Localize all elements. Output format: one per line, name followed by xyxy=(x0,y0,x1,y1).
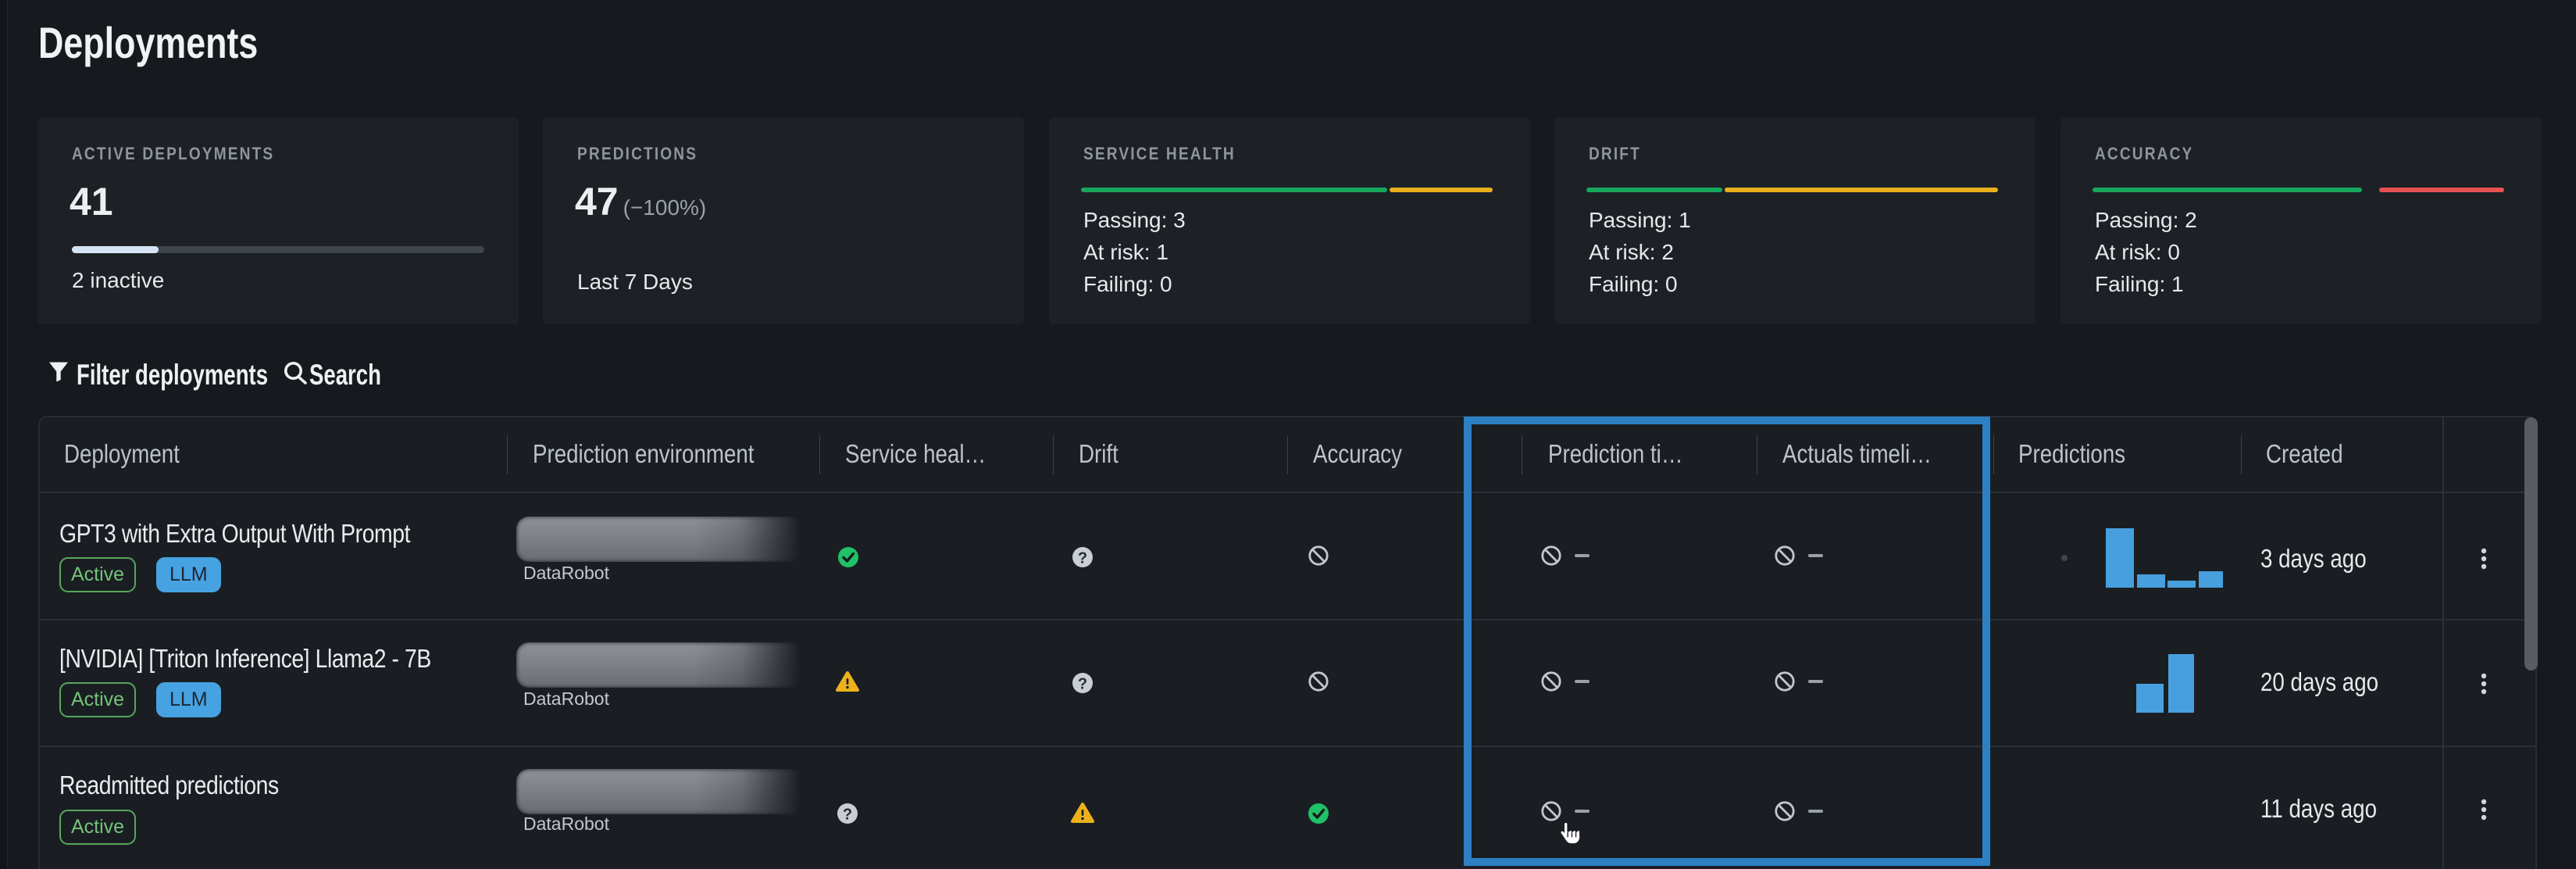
svg-text:?: ? xyxy=(1078,676,1087,693)
svg-text:?: ? xyxy=(843,806,852,824)
svg-text:?: ? xyxy=(1078,550,1087,567)
